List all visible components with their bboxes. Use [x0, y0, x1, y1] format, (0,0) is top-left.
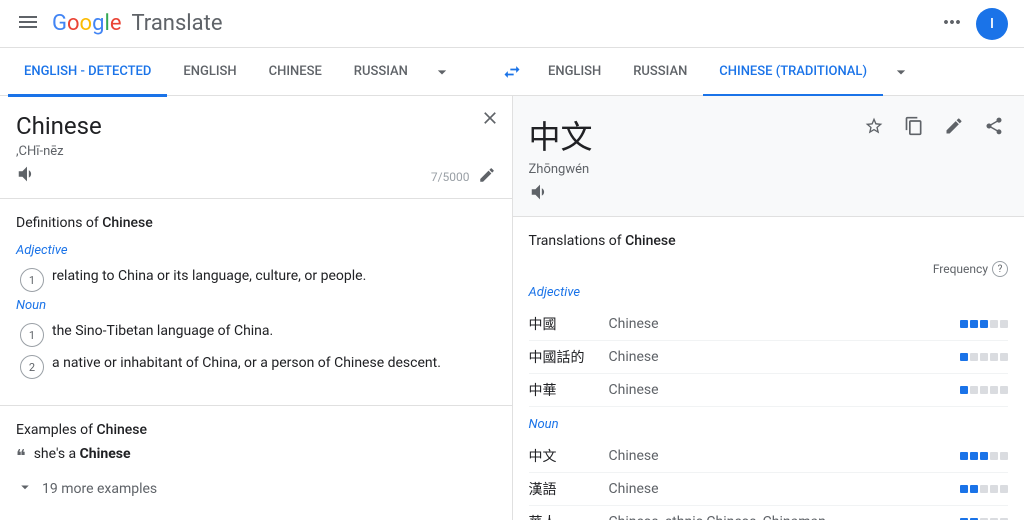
more-source-langs[interactable] [424, 48, 460, 96]
definitions-header: Definitions of Chinese [16, 215, 496, 231]
trans-row: 漢語 Chinese [529, 473, 1009, 506]
logo: Google Translate [52, 11, 222, 36]
edit-output-button[interactable] [936, 108, 972, 144]
input-word: Chinese [16, 112, 496, 140]
input-area: Chinese ,CHī-nēz 7/5000 [0, 96, 512, 199]
copy-button[interactable] [896, 108, 932, 144]
tab-chinese-source[interactable]: CHINESE [253, 49, 338, 97]
star-button[interactable] [856, 108, 892, 144]
menu-icon[interactable] [16, 10, 40, 38]
trans-row: 中文 Chinese [529, 440, 1009, 473]
trans-pos-adjective: Adjective [529, 285, 1009, 300]
output-actions [856, 108, 1012, 144]
frequency-header: Frequency ? [529, 261, 1009, 277]
tab-english-detected[interactable]: ENGLISH - DETECTED [8, 49, 167, 97]
speaker-icon-target[interactable] [529, 181, 551, 208]
examples-area: Examples of Chinese ❝ she's a Chinese 19… [0, 405, 512, 520]
examples-header: Examples of Chinese [16, 422, 496, 438]
trans-row: 中國話的 Chinese [529, 341, 1009, 374]
swap-languages-button[interactable] [492, 52, 532, 92]
more-examples-button[interactable]: 19 more examples [16, 474, 496, 504]
tab-russian-target[interactable]: RUSSIAN [617, 49, 703, 97]
source-lang-tabs: ENGLISH - DETECTED ENGLISH CHINESE RUSSI… [8, 48, 492, 96]
char-count: 7/5000 [431, 170, 470, 184]
def-item: 2 a native or inhabitant of China, or a … [16, 353, 496, 379]
def-item: 1 the Sino-Tibetan language of China. [16, 321, 496, 347]
quote-icon: ❝ [16, 446, 26, 468]
apps-icon[interactable] [940, 10, 964, 38]
right-panel: 中文 Zhōngwén [513, 96, 1024, 520]
example-text: she's a Chinese [34, 446, 131, 462]
close-button[interactable] [480, 108, 500, 133]
share-button[interactable] [976, 108, 1012, 144]
logo-google-text: Google [52, 11, 121, 36]
output-controls [529, 181, 1009, 208]
trans-row: 華人 Chinese, ethnic Chinese, Chinaman [529, 506, 1009, 520]
left-panel: Chinese ,CHī-nēz 7/5000 Definitions of [0, 96, 513, 520]
header: Google Translate I [0, 0, 1024, 48]
tab-english-source[interactable]: ENGLISH [167, 49, 252, 97]
chevron-down-icon [16, 478, 34, 500]
translations-header: Translations of Chinese [529, 233, 1009, 249]
input-pronunciation: ,CHī-nēz [16, 144, 496, 159]
definitions-area: Definitions of Chinese Adjective 1 relat… [0, 199, 512, 405]
def-item: 1 relating to China or its language, cul… [16, 266, 496, 292]
trans-pos-noun: Noun [529, 417, 1009, 432]
output-area: 中文 Zhōngwén [513, 96, 1024, 217]
more-target-langs[interactable] [883, 48, 919, 96]
tab-chinese-traditional-target[interactable]: CHINESE (TRADITIONAL) [703, 49, 883, 97]
freq-bars [960, 320, 1008, 328]
logo-translate-text: Translate [131, 11, 222, 36]
tab-english-target[interactable]: ENGLISH [532, 49, 617, 97]
freq-bars [960, 386, 1008, 394]
frequency-info-icon[interactable]: ? [992, 261, 1008, 277]
language-bar: ENGLISH - DETECTED ENGLISH CHINESE RUSSI… [0, 48, 1024, 96]
target-lang-tabs: ENGLISH RUSSIAN CHINESE (TRADITIONAL) [532, 48, 1016, 96]
pos-noun: Noun [16, 298, 496, 313]
avatar[interactable]: I [976, 8, 1008, 40]
example-item: ❝ she's a Chinese [16, 446, 496, 468]
freq-bars [960, 452, 1008, 460]
main-content: Chinese ,CHī-nēz 7/5000 Definitions of [0, 96, 1024, 520]
edit-icon[interactable] [478, 166, 496, 188]
freq-bars [960, 485, 1008, 493]
input-controls: 7/5000 [16, 163, 496, 190]
output-pronunciation: Zhōngwén [529, 162, 1009, 177]
pos-adjective: Adjective [16, 243, 496, 258]
translations-area: Translations of Chinese Frequency ? Adje… [513, 217, 1024, 520]
trans-row: 中華 Chinese [529, 374, 1009, 407]
trans-row: 中國 Chinese [529, 308, 1009, 341]
speaker-icon-source[interactable] [16, 163, 38, 190]
freq-bars [960, 353, 1008, 361]
tab-russian-source[interactable]: RUSSIAN [338, 49, 424, 97]
